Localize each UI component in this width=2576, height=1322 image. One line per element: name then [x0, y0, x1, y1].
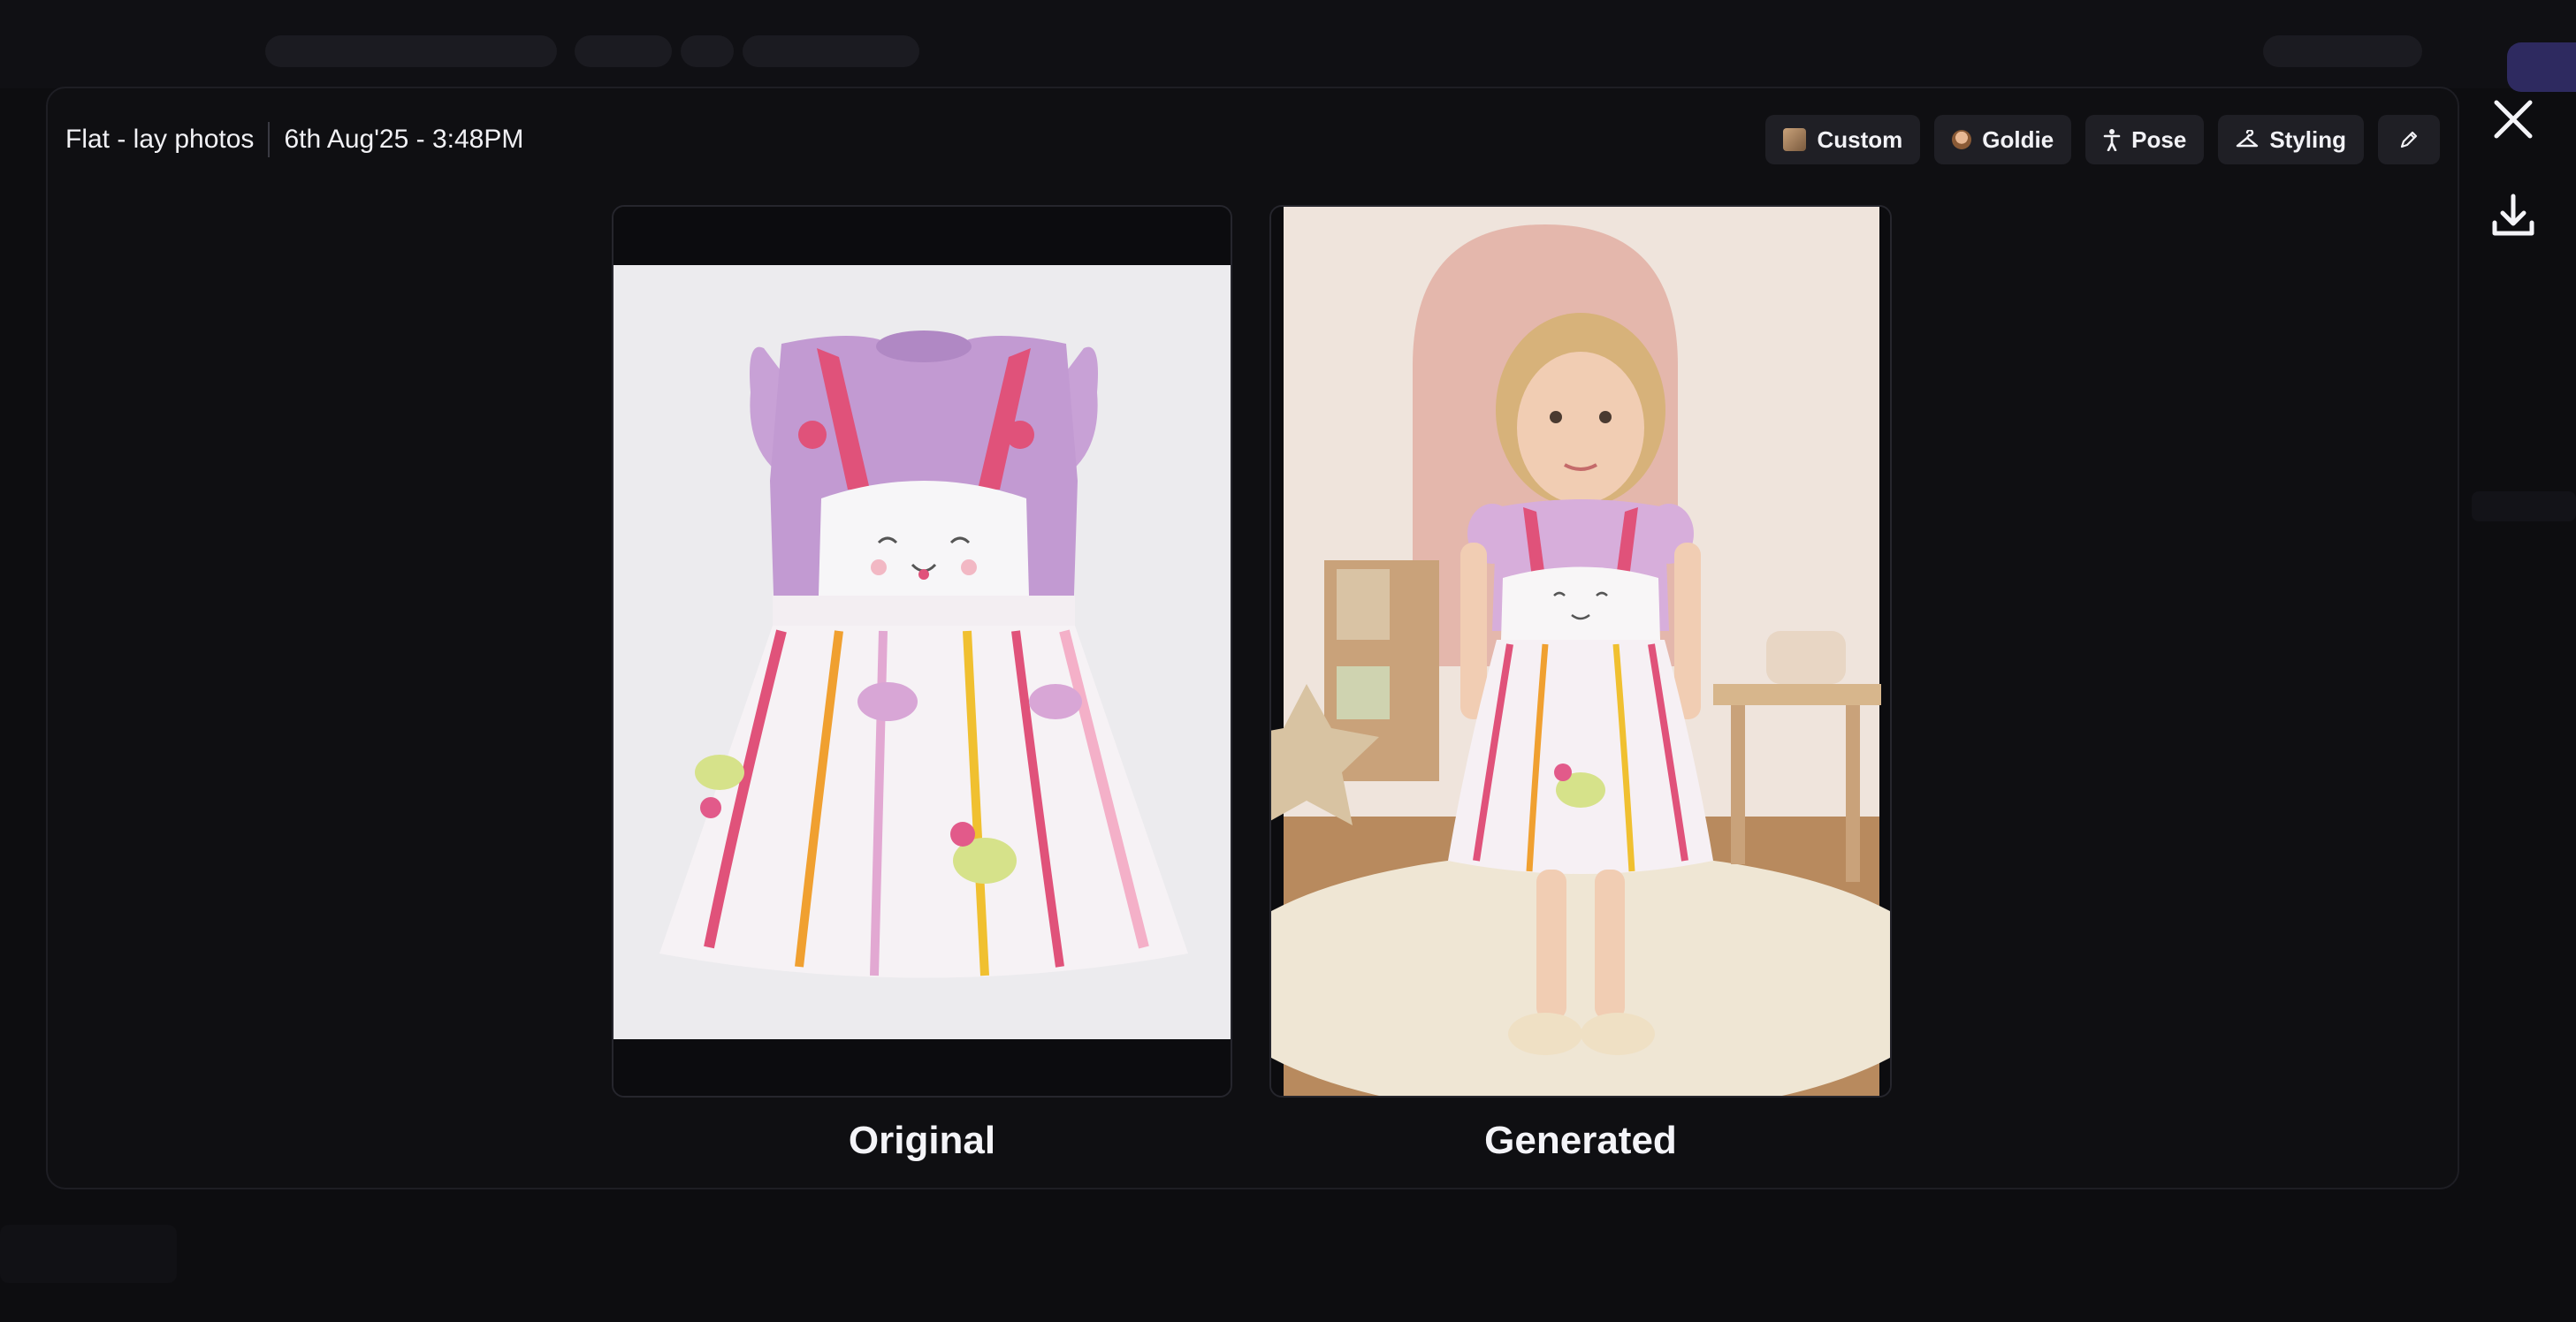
- chip-label: Custom: [1817, 125, 1903, 153]
- generated-model-photo: [1271, 207, 1890, 1096]
- hanger-icon: [2237, 130, 2259, 148]
- background-pill: [2263, 35, 2422, 67]
- modal-header: Flat - lay photos 6th Aug'25 - 3:48PM Cu…: [65, 113, 2440, 166]
- background-accent-button: [2507, 42, 2576, 92]
- background-pill: [743, 35, 919, 67]
- original-image-card[interactable]: [612, 205, 1232, 1098]
- chip-styling[interactable]: Styling: [2218, 115, 2364, 164]
- background-pill: [681, 35, 734, 67]
- image-compare-modal: Flat - lay photos 6th Aug'25 - 3:48PM Cu…: [46, 87, 2459, 1189]
- close-button[interactable]: [2488, 94, 2539, 145]
- background-pill: [265, 35, 557, 67]
- image-thumbnail-icon: [1783, 128, 1807, 151]
- attribute-chips: Custom Goldie Pose Styling: [1765, 115, 2440, 164]
- pose-figure-icon: [2103, 129, 2121, 151]
- edit-button[interactable]: [2378, 115, 2440, 164]
- title-group: Flat - lay photos 6th Aug'25 - 3:48PM: [65, 113, 523, 166]
- background-pill: [575, 35, 672, 67]
- chip-label: Goldie: [1982, 125, 2054, 153]
- generated-image-card[interactable]: [1269, 205, 1892, 1098]
- download-button[interactable]: [2488, 191, 2539, 242]
- title-divider: [268, 122, 271, 157]
- modal-title: Flat - lay photos: [65, 125, 255, 154]
- chip-label: Pose: [2131, 125, 2187, 153]
- background-bottom-button: [0, 1225, 177, 1283]
- download-icon: [2492, 194, 2534, 236]
- model-avatar-icon: [1952, 130, 1972, 149]
- original-flat-lay-photo: [614, 207, 1231, 1096]
- background-side-link: [2472, 491, 2576, 521]
- close-icon: [2494, 100, 2533, 139]
- generated-caption: Generated: [1484, 1119, 1677, 1162]
- modal-timestamp: 6th Aug'25 - 3:48PM: [284, 125, 524, 154]
- pencil-icon: [2400, 131, 2418, 148]
- chip-goldie[interactable]: Goldie: [1934, 115, 2072, 164]
- chip-label: Styling: [2269, 125, 2346, 153]
- original-caption: Original: [848, 1119, 996, 1162]
- chip-custom[interactable]: Custom: [1765, 115, 1921, 164]
- chip-pose[interactable]: Pose: [2085, 115, 2205, 164]
